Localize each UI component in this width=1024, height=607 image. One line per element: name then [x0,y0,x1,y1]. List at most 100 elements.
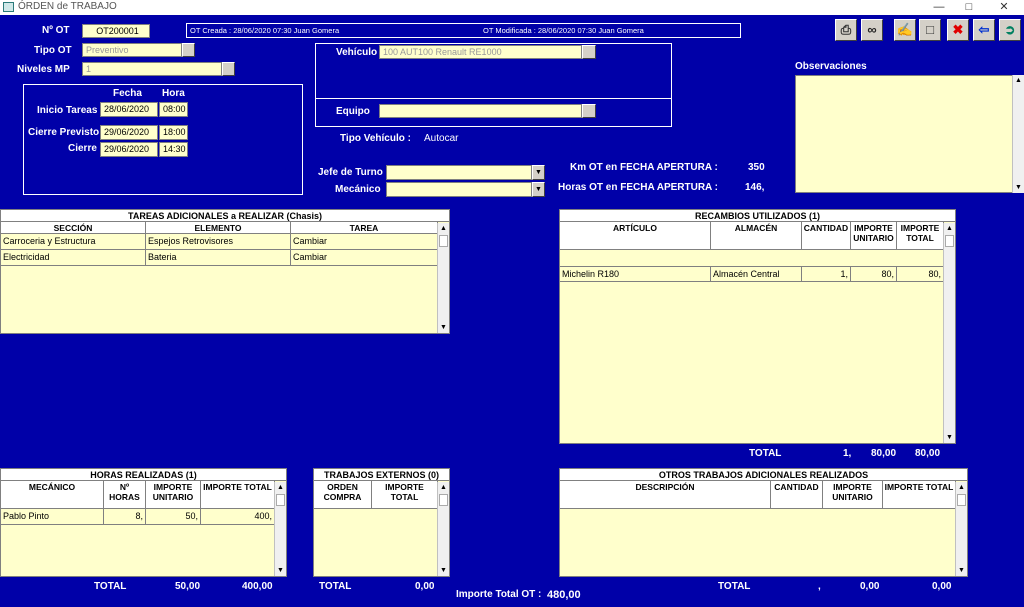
previsto-fecha-field[interactable]: 29/06/2020 [100,125,158,140]
printer-icon[interactable]: ⎙ [835,19,857,41]
col-importe-unitario[interactable]: IMPORTE UNITARIO [823,481,883,508]
table-row[interactable]: Carroceria y Estructura Espejos Retrovis… [1,234,438,250]
jefe-turno-dropdown-button[interactable]: ▼ [532,165,545,180]
col-importe-total[interactable]: IMPORTE TOTAL [883,481,956,508]
ot-number-field[interactable]: OT200001 [82,24,150,38]
col-cantidad[interactable]: CANTIDAD [771,481,823,508]
vehiculo-field[interactable]: 100 AUT100 Renault RE1000 [379,45,582,59]
vehiculo-dropdown-button[interactable] [582,45,596,59]
scroll-down-icon[interactable]: ▼ [275,565,286,576]
col-importe-unitario[interactable]: IMPORTE UNITARIO [146,481,201,508]
cell-mecanico: Pablo Pinto [1,509,104,524]
scroll-thumb[interactable] [276,494,285,506]
equipo-dropdown-button[interactable] [582,104,596,118]
table-row[interactable]: Electricidad Bateria Cambiar [1,250,438,266]
window-title: ÓRDEN de TRABAJO [18,1,117,12]
niveles-mp-dropdown-button[interactable] [222,62,235,76]
tareas-scrollbar[interactable]: ▲ ▼ [437,223,449,333]
externos-grid: TRABAJOS EXTERNOS (0) ORDEN COMPRA IMPOR… [313,468,450,577]
scroll-up-icon[interactable]: ▲ [956,482,967,493]
cell-articulo: Michelin R180 [560,267,711,281]
col-n-horas[interactable]: Nº HORAS [104,481,146,508]
scroll-down-icon[interactable]: ▼ [438,565,449,576]
table-row[interactable]: Pablo Pinto 8, 50, 400, [1,509,275,525]
scroll-down-icon[interactable]: ▼ [956,565,967,576]
mecanico-label: Mecánico [335,184,381,195]
observaciones-textarea[interactable] [795,75,1024,193]
scroll-thumb[interactable] [439,494,448,506]
cierre-hora-field[interactable]: 14:30 [159,142,188,157]
cierre-fecha-field[interactable]: 29/06/2020 [100,142,158,157]
scroll-thumb[interactable] [945,235,954,247]
externos-total-value: 0,00 [415,581,435,592]
horas-total-label: TOTAL [94,581,127,592]
close-window-button[interactable]: ✕ [988,0,1020,15]
col-mecanico[interactable]: MECÁNICO [1,481,104,508]
tareas-header: SECCIÓN ELEMENTO TAREA [1,222,438,234]
ot-number-label: Nº OT [42,25,70,36]
otros-total-label: TOTAL [718,581,751,592]
equipo-field[interactable] [379,104,582,118]
otros-scrollbar[interactable]: ▲ ▼ [955,482,967,576]
audit-info-box: OT Creada : 28/06/2020 07:30 Juan Gomera… [186,23,741,38]
exit-icon[interactable]: ➲ [999,19,1021,41]
col-importe-unitario[interactable]: IMPORTE UNITARIO [851,222,897,249]
cell-importe-unitario: 50, [146,509,201,524]
minimize-button[interactable]: — [923,0,955,15]
horas-apertura-value: 146, [745,182,765,193]
scroll-down-icon[interactable]: ▼ [944,432,955,443]
horas-scrollbar[interactable]: ▲ ▼ [274,482,286,576]
scroll-up-icon[interactable]: ▲ [944,223,955,234]
col-orden-compra[interactable]: ORDEN COMPRA [314,481,372,508]
inicio-hora-field[interactable]: 08:00 [159,102,188,117]
col-importe-total[interactable]: IMPORTE TOTAL [201,481,275,508]
scroll-thumb[interactable] [957,494,966,506]
otros-total-total: 0,00 [932,581,952,592]
col-tarea[interactable]: TAREA [291,222,438,233]
recambios-total-cantidad: 1, [843,448,852,459]
delete-icon[interactable]: ✖ [947,19,969,41]
new-page-icon[interactable]: □ [919,19,941,41]
jefe-turno-field[interactable] [386,165,532,180]
horas-grid: HORAS REALIZADAS (1) MECÁNICO Nº HORAS I… [0,468,287,577]
scroll-up-icon[interactable]: ▲ [438,223,449,234]
scroll-up-icon[interactable]: ▲ [438,482,449,493]
recambios-total-label: TOTAL [749,448,782,459]
niveles-mp-field[interactable]: 1 [82,62,222,76]
scroll-down-icon[interactable]: ▼ [438,322,449,333]
tipo-ot-field[interactable]: Preventivo [82,43,182,57]
previsto-hora-field[interactable]: 18:00 [159,125,188,140]
mecanico-dropdown-button[interactable]: ▼ [532,182,545,197]
scroll-down-icon[interactable]: ▼ [1013,182,1024,193]
col-descripcion[interactable]: DESCRIPCIÓN [560,481,771,508]
col-elemento[interactable]: ELEMENTO [146,222,291,233]
scroll-up-icon[interactable]: ▲ [1013,75,1024,86]
cell-almacen: Almacén Central [711,267,802,281]
scroll-thumb[interactable] [439,235,448,247]
maximize-button[interactable]: □ [953,0,985,15]
fecha-header: Fecha [113,88,142,99]
inicio-fecha-field[interactable]: 28/06/2020 [100,102,158,117]
col-cantidad[interactable]: CANTIDAD [802,222,851,249]
otros-total-cantidad: , [818,581,821,592]
recambios-total-total: 80,00 [915,448,941,459]
col-importe-total[interactable]: IMPORTE TOTAL [372,481,438,508]
binoculars-icon[interactable]: ∞ [861,19,883,41]
back-icon[interactable]: ⇦ [973,19,995,41]
observaciones-scrollbar[interactable]: ▲ ▼ [1012,75,1024,193]
col-almacen[interactable]: ALMACÉN [711,222,802,249]
cell-seccion: Electricidad [1,250,146,265]
col-importe-total[interactable]: IMPORTE TOTAL [897,222,944,249]
jefe-turno-label: Jefe de Turno [318,167,383,178]
mecanico-field[interactable] [386,182,532,197]
col-articulo[interactable]: ARTÍCULO [560,222,711,249]
tipo-ot-dropdown-button[interactable] [182,43,195,57]
tipo-ot-label: Tipo OT [34,45,72,56]
col-seccion[interactable]: SECCIÓN [1,222,146,233]
recambios-scrollbar[interactable]: ▲ ▼ [943,223,955,443]
sign-icon[interactable]: ✍ [894,19,916,41]
table-row[interactable]: Michelin R180 Almacén Central 1, 80, 80, [560,266,944,282]
cell-importe-total: 80, [897,267,944,281]
scroll-up-icon[interactable]: ▲ [275,482,286,493]
externos-scrollbar[interactable]: ▲ ▼ [437,482,449,576]
